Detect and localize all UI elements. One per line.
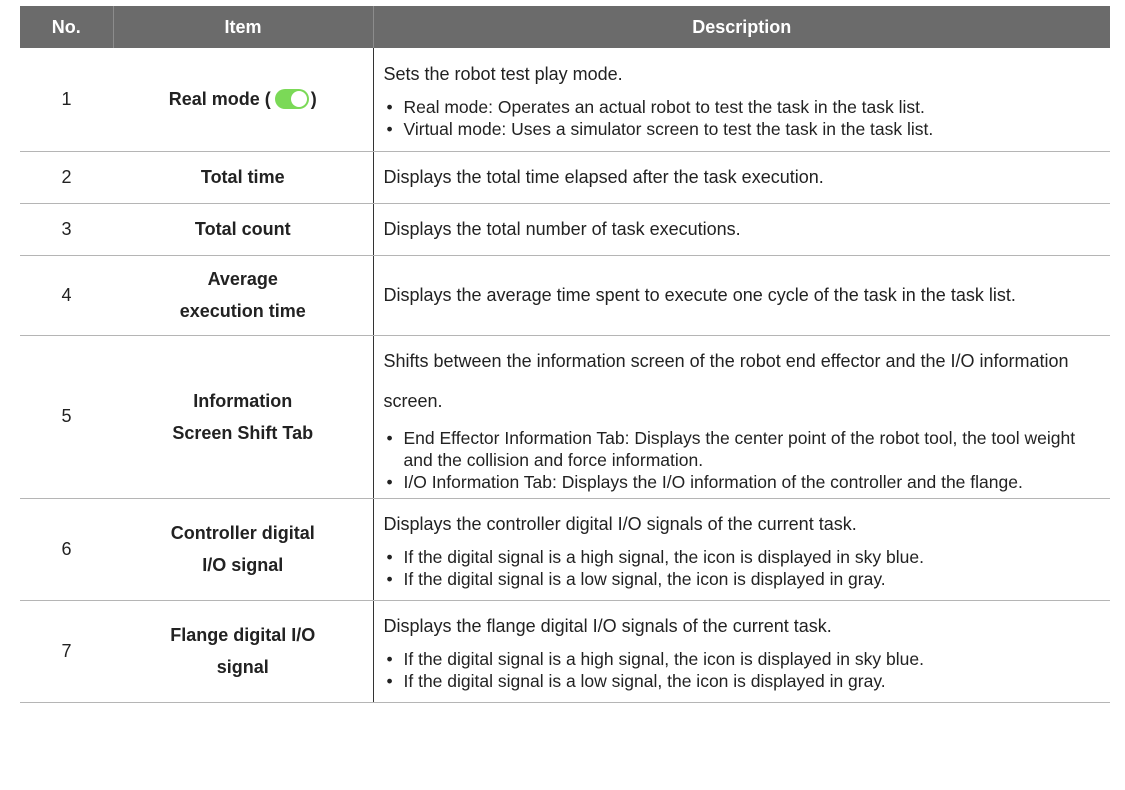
description-text: Displays the flange digital I/O signals …: [383, 616, 832, 636]
bullet-item: If the digital signal is a low signal, t…: [384, 568, 1099, 590]
item-label: Real mode (: [168, 89, 271, 110]
row-number: 5: [20, 335, 113, 499]
bullet-item: End Effector Information Tab: Displays t…: [384, 427, 1099, 471]
row-item: Real mode (): [113, 48, 373, 152]
row-description: Sets the robot test play mode. Real mode…: [372, 48, 1110, 152]
description-text: Displays the total number of task execut…: [383, 219, 741, 239]
table-row: 7 Flange digital I/O signal Displays the…: [20, 600, 1110, 703]
row-number: 6: [20, 498, 113, 601]
row-number: 1: [20, 48, 113, 152]
row-item: Flange digital I/O signal: [113, 600, 373, 703]
item-label: Information: [193, 390, 293, 411]
bullet-item: If the digital signal is a low signal, t…: [384, 670, 1099, 692]
bullet-list: Real mode: Operates an actual robot to t…: [384, 96, 1099, 140]
table-row: 4 Average execution time Displays the av…: [20, 255, 1110, 336]
row-description: Displays the flange digital I/O signals …: [372, 600, 1110, 703]
row-description: Displays the total time elapsed after th…: [372, 151, 1110, 204]
table-row: 1 Real mode () Sets the robot test play …: [20, 48, 1110, 152]
item-label: Controller digital: [170, 523, 315, 543]
description-text: Displays the average time spent to execu…: [383, 285, 1016, 305]
bullet-item: I/O Information Tab: Displays the I/O in…: [384, 471, 1099, 493]
row-description: Shifts between the information screen of…: [372, 335, 1110, 499]
description-text: Displays the total time elapsed after th…: [383, 167, 824, 187]
item-label: execution time: [179, 301, 306, 321]
bullet-list: If the digital signal is a high signal, …: [384, 648, 1099, 692]
bullet-list: If the digital signal is a high signal, …: [384, 546, 1099, 590]
bullet-item: If the digital signal is a high signal, …: [384, 648, 1099, 670]
item-label-suffix: ): [310, 89, 317, 110]
bullet-item: Real mode: Operates an actual robot to t…: [384, 96, 1099, 118]
document-page: No. Item Description 1 Real mode () Sets…: [0, 0, 1125, 790]
header-item: Item: [112, 6, 373, 48]
row-item: Total count: [113, 203, 373, 256]
table-row: 3 Total count Displays the total number …: [20, 203, 1110, 256]
table-row: 6 Controller digital I/O signal Displays…: [20, 498, 1110, 601]
row-number: 7: [20, 600, 113, 703]
row-item: Controller digital I/O signal: [113, 498, 373, 601]
header-description: Description: [372, 6, 1110, 48]
item-label: Flange digital I/O: [170, 625, 316, 645]
spec-table: No. Item Description 1 Real mode () Sets…: [20, 6, 1110, 703]
row-number: 4: [20, 255, 113, 336]
description-text: Shifts between the information screen of…: [383, 350, 1069, 411]
row-item: Total time: [113, 151, 373, 204]
row-number: 2: [20, 151, 113, 204]
table-row: 5 Information Screen Shift Tab Shifts be…: [20, 335, 1110, 499]
item-label: signal: [216, 657, 269, 677]
table-header-row: No. Item Description: [20, 6, 1110, 48]
bullet-item: If the digital signal is a high signal, …: [384, 546, 1099, 568]
toggle-knob: [290, 90, 307, 107]
row-number: 3: [20, 203, 113, 256]
bullet-list: End Effector Information Tab: Displays t…: [384, 427, 1099, 493]
toggle-on-icon: [274, 88, 309, 109]
row-description: Displays the total number of task execut…: [372, 203, 1110, 256]
row-description: Displays the average time spent to execu…: [372, 255, 1110, 336]
description-text: Displays the controller digital I/O sign…: [383, 514, 857, 534]
table-row: 2 Total time Displays the total time ela…: [20, 151, 1110, 204]
description-text: Sets the robot test play mode.: [383, 64, 623, 85]
bullet-item: Virtual mode: Uses a simulator screen to…: [384, 118, 1099, 140]
item-label: Screen Shift Tab: [172, 422, 314, 443]
row-item: Information Screen Shift Tab: [113, 335, 373, 499]
row-description: Displays the controller digital I/O sign…: [372, 498, 1110, 601]
row-item: Average execution time: [113, 255, 373, 336]
header-no: No.: [20, 6, 113, 48]
item-label: I/O signal: [202, 555, 284, 575]
item-label: Average: [207, 269, 278, 289]
